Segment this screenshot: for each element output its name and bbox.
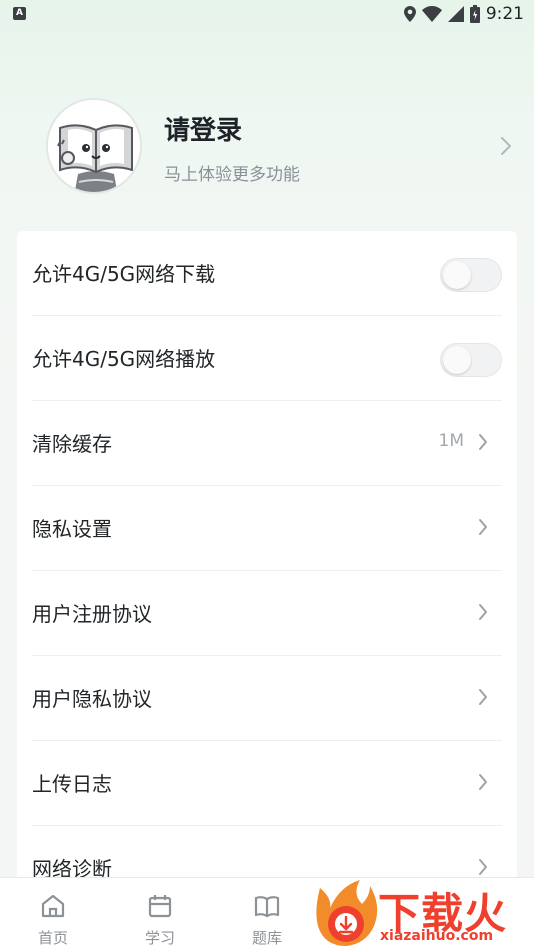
- book-icon: [253, 892, 281, 924]
- mascot-avatar-icon: [48, 100, 140, 192]
- settings-card: 允许4G/5G网络下载 允许4G/5G网络播放 清除缓存 1M 隐私设置 用户注…: [17, 231, 517, 950]
- notification-a-icon: A: [13, 7, 26, 20]
- settings-row-privacy-settings[interactable]: 隐私设置: [32, 486, 502, 571]
- flame-logo-icon: [316, 880, 378, 946]
- chevron-right-icon: [478, 603, 488, 625]
- signal-icon: [447, 6, 464, 22]
- watermark-url: xiazaihuo.com: [380, 928, 494, 944]
- location-icon: [403, 6, 416, 22]
- settings-row-label: 允许4G/5G网络下载: [32, 262, 216, 286]
- chevron-right-icon[interactable]: [500, 136, 512, 160]
- nav-label: 学习: [144, 929, 175, 947]
- home-icon: [39, 892, 67, 924]
- settings-row-label: 清除缓存: [32, 432, 112, 456]
- settings-row-label: 上传日志: [32, 772, 112, 796]
- toggle-4g-download[interactable]: [440, 258, 502, 292]
- nav-label: 首页: [37, 929, 68, 947]
- settings-row-privacy-agreement[interactable]: 用户隐私协议: [32, 656, 502, 741]
- status-icons: 9:21: [403, 3, 524, 25]
- nav-item-home[interactable]: 首页: [18, 878, 88, 950]
- avatar[interactable]: [46, 98, 142, 194]
- settings-row-upload-log[interactable]: 上传日志: [32, 741, 502, 826]
- nav-label: 题库: [251, 929, 282, 947]
- wifi-icon: [421, 6, 442, 22]
- login-title[interactable]: 请登录: [164, 110, 242, 147]
- toggle-4g-play[interactable]: [440, 343, 502, 377]
- calendar-icon: [146, 892, 174, 924]
- settings-row-register-agreement[interactable]: 用户注册协议: [32, 571, 502, 656]
- chevron-right-icon: [478, 688, 488, 710]
- settings-row-label: 用户隐私协议: [32, 687, 152, 711]
- toggle-knob: [443, 261, 471, 289]
- chevron-right-icon: [478, 773, 488, 795]
- battery-icon: [469, 5, 480, 23]
- settings-row-label: 隐私设置: [32, 517, 112, 541]
- settings-row-clear-cache[interactable]: 清除缓存 1M: [32, 401, 502, 486]
- chevron-right-icon: [478, 518, 488, 540]
- chevron-right-icon: [478, 433, 488, 455]
- clock-time: 9:21: [485, 4, 524, 24]
- login-subtitle: 马上体验更多功能: [164, 165, 300, 185]
- nav-item-question-bank[interactable]: 题库: [232, 878, 302, 950]
- toggle-knob: [443, 346, 471, 374]
- cache-size-value: 1M: [438, 431, 464, 451]
- settings-row-4g-download: 允许4G/5G网络下载: [32, 231, 502, 316]
- nav-item-study[interactable]: 学习: [125, 878, 195, 950]
- settings-row-label: 允许4G/5G网络播放: [32, 347, 216, 371]
- watermark: 下载火 xiazaihuo.com: [312, 878, 534, 950]
- settings-row-label: 用户注册协议: [32, 602, 152, 626]
- status-bar: A 9:21: [0, 0, 534, 28]
- settings-row-4g-play: 允许4G/5G网络播放: [32, 316, 502, 401]
